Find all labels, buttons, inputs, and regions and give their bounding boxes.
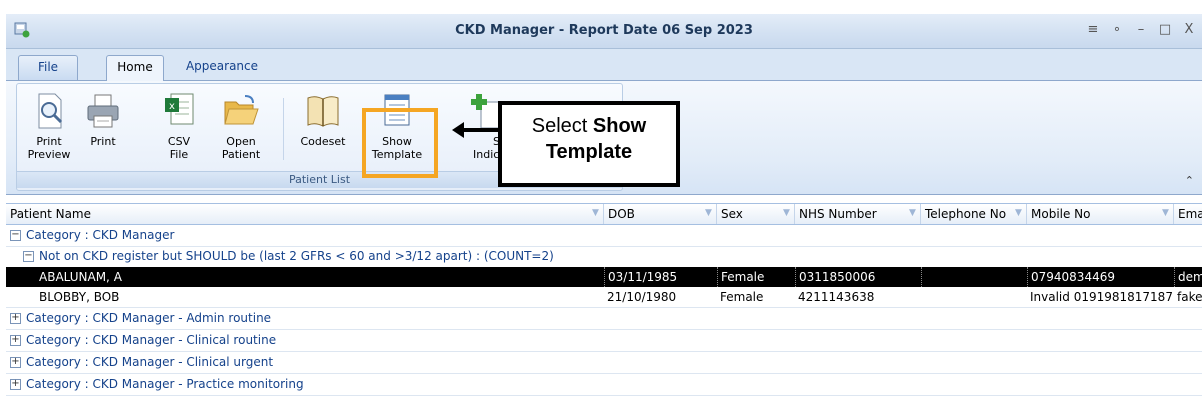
column-sex-label: Sex [721,207,743,221]
print-preview-label-1: Print [36,135,62,148]
collapse-icon[interactable]: − [10,230,21,241]
instruction-callout: Select Show Template [498,101,680,187]
column-patient-name[interactable]: Patient Name ▼ [6,204,604,224]
folder-open-icon [224,95,259,125]
filter-icon[interactable]: ▼ [592,209,600,218]
collapse-ribbon-icon[interactable]: ⌃ [1185,174,1194,187]
table-row[interactable]: BLOBBY, BOB 21/10/1980 Female 4211143638… [6,287,1202,307]
maximize-button[interactable]: □ [1158,22,1172,37]
csv-file-button[interactable]: x CSV File [151,92,207,170]
column-email-label: Ema [1178,207,1202,221]
row-divider [6,395,1202,396]
grid-header: Patient Name ▼ DOB ▼ Sex ▼ NHS Number ▼ Tele… [6,203,1202,225]
filter-icon[interactable]: ▼ [909,209,917,218]
column-telephone-label: Telephone No [925,207,1007,221]
patient-grid: Patient Name ▼ DOB ▼ Sex ▼ NHS Number ▼ Tele… [6,196,1202,407]
svg-text:x: x [169,101,175,112]
group-row-clinical-urgent[interactable]: + Category : CKD Manager - Clinical urgen… [6,352,1202,373]
group-label: Category : CKD Manager - Clinical urgent [26,355,274,369]
nhs-cell: 4211143638 [798,290,875,304]
callout-arrow [463,128,499,132]
ribbon-tabs: File Home Appearance [6,49,1202,82]
column-email[interactable]: Ema [1174,204,1202,224]
column-dob-label: DOB [608,207,635,221]
open-patient-label-2: Patient [221,148,261,161]
sex-cell: Female [717,267,795,287]
mobile-cell: Invalid 0191981817187 [1030,290,1173,304]
open-patient-button[interactable]: Open Patient [213,92,269,170]
column-nhs-label: NHS Number [799,207,877,221]
window-title: CKD Manager - Report Date 06 Sep 2023 [455,23,753,38]
spreadsheet-icon: x [165,93,194,125]
column-mobile-label: Mobile No [1031,207,1091,221]
subgroup-label: Not on CKD register but SHOULD be (last … [39,249,554,263]
window-controls: ≡ ∘ – □ X [1086,22,1196,37]
dob-cell: 21/10/1980 [607,290,677,304]
column-nhs-number[interactable]: NHS Number ▼ [795,204,921,224]
filter-icon[interactable]: ▼ [783,209,791,218]
callout-arrow-head [452,122,464,138]
email-cell: fake [1177,290,1202,304]
print-preview-button[interactable]: Print Preview [21,92,77,170]
csv-label-1: CSV [167,135,191,148]
tab-appearance[interactable]: Appearance [172,55,272,79]
sex-cell: Female [720,290,764,304]
group-label: Category : CKD Manager - Clinical routin… [26,333,277,347]
mobile-cell: 07940834469 [1027,267,1174,287]
help-icon[interactable]: ≡ [1086,22,1100,37]
expand-icon[interactable]: + [10,357,21,368]
title-bar: CKD Manager - Report Date 06 Sep 2023 ≡ … [6,14,1202,49]
nhs-cell: 0311850006 [795,267,921,287]
table-row[interactable]: ABALUNAM, A 03/11/1985 Female 0311850006… [6,267,1202,287]
subgroup-row[interactable]: − Not on CKD register but SHOULD be (last… [6,246,1202,267]
expand-icon[interactable]: + [10,335,21,346]
tab-file[interactable]: File [18,55,78,80]
filter-icon[interactable]: ▼ [1162,209,1170,218]
telephone-cell [921,287,1027,307]
column-telephone[interactable]: Telephone No ▼ [921,204,1027,224]
telephone-cell [921,267,1027,287]
codeset-label: Codeset [300,135,346,148]
group-row-admin-routine[interactable]: + Category : CKD Manager - Admin routine [6,308,1202,329]
print-preview-label-2: Preview [27,148,71,161]
column-sex[interactable]: Sex ▼ [717,204,795,224]
group-row-practice-monitoring[interactable]: + Category : CKD Manager - Practice monit… [6,374,1202,395]
tab-home[interactable]: Home [106,55,164,82]
print-label: Print [90,135,116,148]
show-template-highlight [362,108,438,178]
filter-icon[interactable]: ▼ [1015,209,1023,218]
callout-prefix: Select [531,115,593,137]
column-dob[interactable]: DOB ▼ [604,204,717,224]
collapse-icon[interactable]: − [23,251,34,262]
expand-icon[interactable]: + [10,313,21,324]
group-row-clinical-routine[interactable]: + Category : CKD Manager - Clinical routi… [6,330,1202,351]
filter-icon[interactable]: ▼ [705,209,713,218]
column-mobile[interactable]: Mobile No ▼ [1027,204,1174,224]
expand-icon[interactable]: + [10,379,21,390]
csv-label-2: File [169,148,189,161]
group-label: Category : CKD Manager [26,228,175,242]
options-icon[interactable]: ∘ [1110,22,1124,37]
printer-icon [87,94,119,128]
codeset-button[interactable]: Codeset [295,92,351,170]
patient-name-cell: BLOBBY, BOB [39,290,120,304]
print-button[interactable]: Print [75,92,131,170]
close-button[interactable]: X [1182,22,1196,37]
book-icon [307,96,339,127]
minimize-button[interactable]: – [1134,22,1148,37]
email-cell: dem [1174,267,1202,287]
patient-name-cell: ABALUNAM, A [39,270,122,284]
column-patient-name-label: Patient Name [10,207,91,221]
open-patient-label-1: Open [226,135,256,148]
print-preview-icon [38,93,63,129]
ribbon-separator [283,98,284,160]
ckd-manager-window: CKD Manager - Report Date 06 Sep 2023 ≡ … [0,0,1202,407]
group-row-ckd-manager[interactable]: − Category : CKD Manager [6,225,1202,246]
dob-cell: 03/11/1985 [604,267,717,287]
group-label: Category : CKD Manager - Admin routine [26,311,272,325]
group-label: Category : CKD Manager - Practice monito… [26,377,304,391]
